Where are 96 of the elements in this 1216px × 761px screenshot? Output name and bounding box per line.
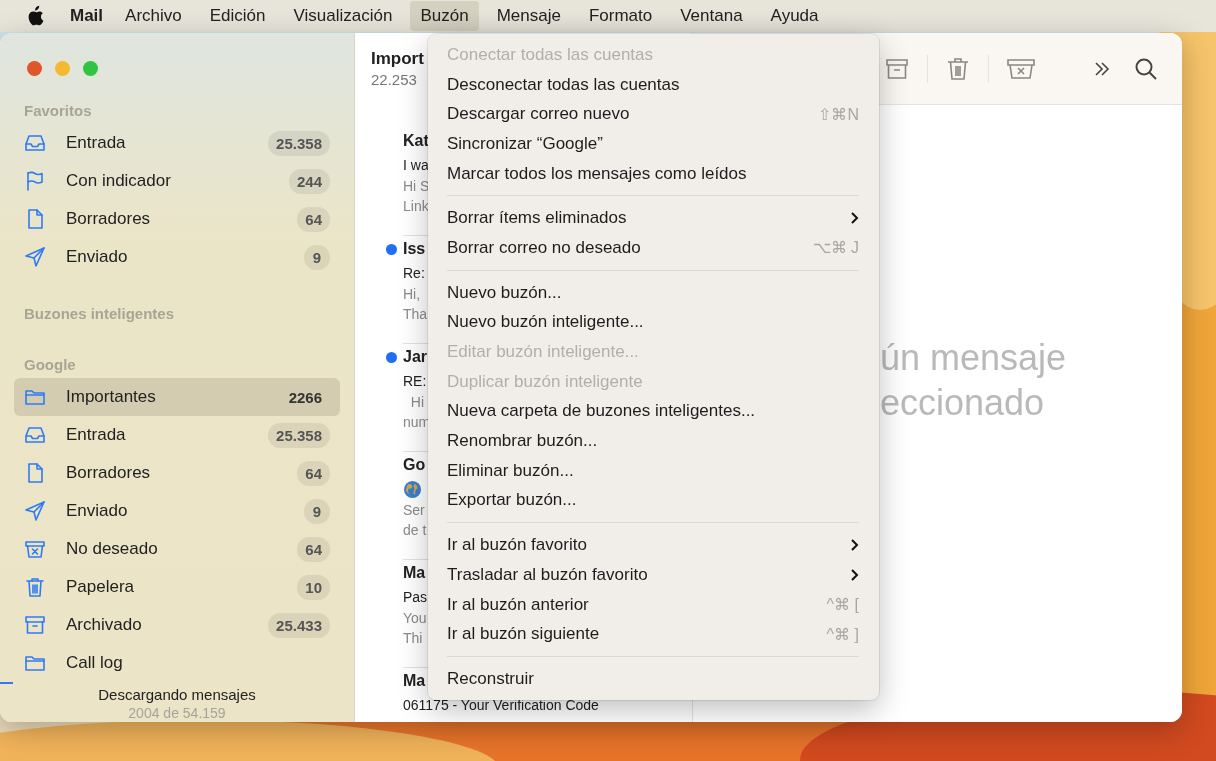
menu-bar-item[interactable]: Visualización [283,1,403,31]
mailbox-item[interactable]: No deseado 64 [14,530,340,568]
status-detail: 2004 de 54.159 [127,705,227,721]
menu-item[interactable]: Sincronizar “Google” [428,129,879,159]
menu-bar-item[interactable]: Mensaje [486,1,571,31]
menu-bar-item[interactable]: Ventana [670,1,753,31]
sent-icon [24,500,46,522]
menu-item[interactable]: Reconstruir [428,664,879,694]
count-badge: 64 [297,536,330,562]
shortcut-text: ^⌘ ] [826,624,859,644]
mailbox-item[interactable]: Enviado 9 [14,238,340,276]
count-badge: 64 [297,206,330,232]
menu-item[interactable]: Borrar correo no deseado ⌥⌘ J [428,233,879,263]
menu-item[interactable]: Ir al buzón favorito [428,530,879,560]
shortcut-text: ^⌘ [ [826,595,859,615]
menu-bar-item[interactable]: Archivo [115,1,192,31]
menu-item[interactable]: Exportar buzón... [428,485,879,516]
menu-item[interactable]: Ir al buzón anterior ^⌘ [ [428,589,879,620]
message-preview: Tha [403,305,428,324]
menu-item[interactable]: Ir al buzón siguiente ^⌘ ] [428,619,879,650]
message-sender[interactable]: Iss [403,240,426,258]
trash-icon[interactable] [946,56,970,81]
mailbox-item[interactable]: Papelera 10 [14,568,340,606]
flag-icon [24,170,46,192]
empty-message-text: eccionado [880,381,1046,425]
message-sender[interactable]: Ma [403,672,426,690]
message-preview: You [403,609,427,628]
message-preview: Thi [403,629,423,648]
menu-bar-item[interactable]: Formato [578,1,663,31]
menu-item[interactable]: Nueva carpeta de buzones inteligentes... [428,396,879,427]
message-subject: Pas [403,589,428,605]
count-label: 2266 [287,387,323,408]
count-badge: 25.358 [268,422,330,448]
menu-item[interactable]: Trasladar al buzón favorito [428,560,879,590]
section-heading: Google [23,355,77,375]
mailbox-item[interactable]: Con indicador 244 [14,162,340,200]
message-sender[interactable]: Go [403,456,426,474]
message-subject: Re: [403,265,425,281]
menu-bar-item[interactable]: Ayuda [760,1,829,31]
mailbox-item[interactable]: Borradores 64 [14,454,340,492]
menu-item[interactable]: Desconectar todas las cuentas [428,69,879,100]
count-badge: 9 [304,498,330,524]
close-button[interactable] [27,61,42,76]
message-preview: de t [403,521,427,540]
mailbox-item[interactable]: Importantes 2266 [14,378,340,416]
count-badge: 25.358 [268,130,330,156]
shortcut-text: ⌥⌘ J [812,238,859,258]
menu-bar-item[interactable]: Edición [199,1,276,31]
message-preview: Hi [409,393,424,412]
mailbox-item[interactable]: Entrada 25.358 [14,124,340,162]
count-badge: 10 [297,574,330,600]
mailbox-item[interactable]: Archivado 25.433 [14,606,340,644]
message-sender[interactable]: Jar [403,348,428,366]
count-badge: 9 [304,244,330,270]
count-badge: 25.433 [268,612,330,638]
archive-icon [24,614,46,636]
menu-item[interactable]: Marcar todos los mensajes como leídos [428,158,879,189]
count-badge: 64 [297,460,330,486]
message-preview: Hi, [403,285,421,304]
message-sender[interactable]: Kat [403,132,429,150]
archive-icon[interactable] [885,56,909,81]
message-subject: 061175 - Your Verification Code [403,697,599,713]
trash-icon [24,576,46,598]
message-preview: Ser [403,501,425,520]
mailbox-item[interactable]: Call log [14,644,340,682]
menu-item[interactable]: Eliminar buzón... [428,455,879,486]
menu-item[interactable]: Borrar ítems eliminados [428,203,879,234]
message-subject: I wa [403,157,429,173]
apple-icon[interactable] [26,5,44,27]
message-sender[interactable]: Ma [403,564,426,582]
empty-message-text: ún mensaje [880,336,1068,380]
inbox-icon [24,424,46,446]
inbox-icon [24,132,46,154]
message-subject: RE: [403,373,427,389]
mailbox-item[interactable]: Enviado 9 [14,492,340,530]
menu-item[interactable]: Renombrar buzón... [428,426,879,456]
mailbox-item[interactable]: Entrada 25.358 [14,416,340,454]
count-badge: 244 [288,168,330,194]
junk-icon[interactable] [1007,56,1035,81]
shortcut-text: ⇧⌘N [818,104,859,124]
menu-item[interactable]: Nuevo buzón inteligente... [428,307,879,338]
message-count: 22.253 [371,71,417,88]
mailbox-item[interactable]: Borradores 64 [14,200,340,238]
menu-item[interactable]: Nuevo buzón... [428,277,879,308]
zoom-button[interactable] [83,61,98,76]
junk-icon [24,538,46,560]
app-name[interactable]: Mail [70,6,104,26]
mailbox-title: Import [371,49,424,69]
section-heading: Buzones inteligentes [23,304,176,324]
message-preview: Link [403,197,429,216]
sent-icon [24,246,46,268]
status-text: Descargando mensajes [97,686,257,703]
menu-bar-item[interactable]: Buzón [410,1,479,31]
menu-item[interactable]: Descargar correo nuevo ⇧⌘N [428,99,879,130]
section-heading: Favoritos [23,101,93,121]
search-icon[interactable] [1134,56,1158,81]
